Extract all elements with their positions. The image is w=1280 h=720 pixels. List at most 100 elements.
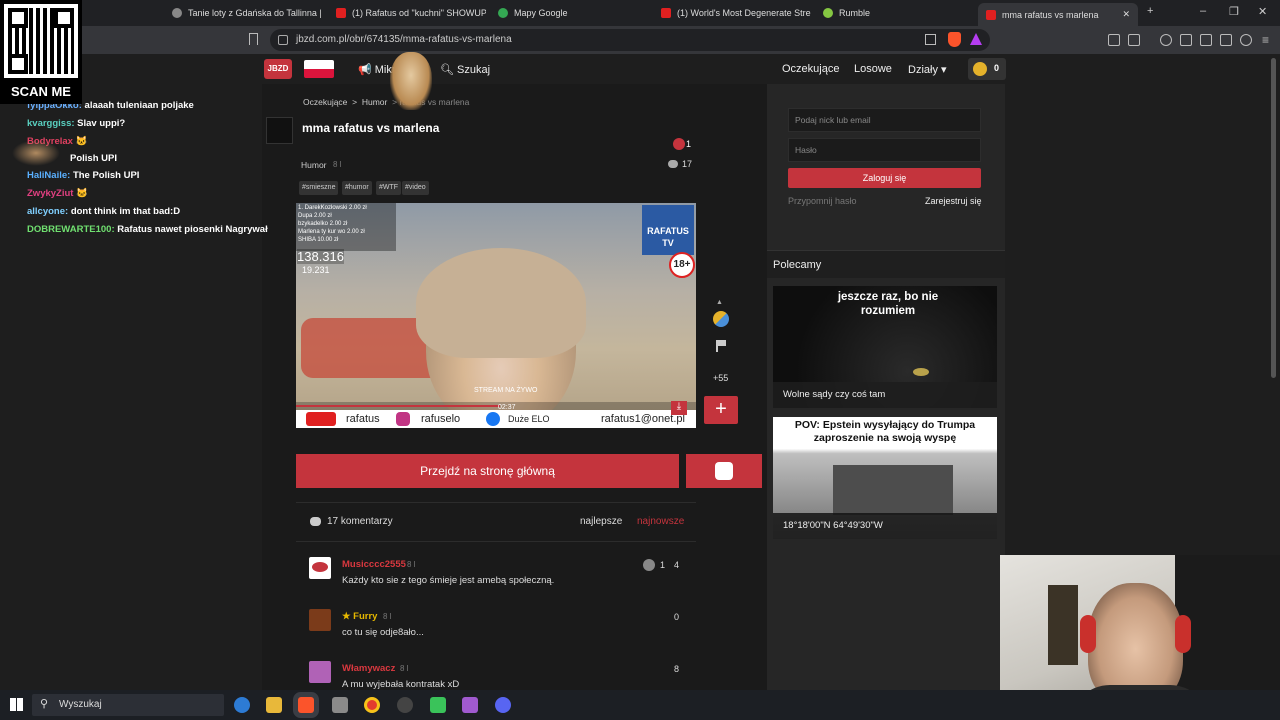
coins-widget[interactable]: 0 <box>968 58 1006 80</box>
flag-icon[interactable] <box>716 340 726 352</box>
remind-password-link[interactable]: Przypomnij hasło <box>788 196 857 206</box>
sort-newest[interactable]: najnowsze <box>637 516 684 527</box>
play-icon[interactable] <box>430 697 446 713</box>
recommended-card[interactable]: POV: Epstein wysyłający do Trumpa zapros… <box>773 417 997 539</box>
download-icon[interactable]: ⤓ <box>671 401 687 415</box>
breadcrumb-root[interactable]: Oczekujące <box>303 97 347 107</box>
tag[interactable]: #video <box>402 181 429 195</box>
author-avatar[interactable] <box>266 117 293 144</box>
register-link[interactable]: Zarejestruj się <box>925 196 982 206</box>
youtube-icon <box>661 8 671 18</box>
comment-author[interactable]: ★ Furry <box>342 611 377 622</box>
obs-icon[interactable] <box>397 697 413 713</box>
sort-best[interactable]: najlepsze <box>580 516 622 527</box>
wallet-icon[interactable] <box>1200 34 1212 46</box>
breadcrumb-category[interactable]: Humor <box>362 97 388 107</box>
youtube-icon <box>306 412 336 426</box>
video-player[interactable]: 1. DarekKozłowski 2.00 zł Dupa 2.00 zł b… <box>296 203 696 428</box>
viewer-count: 138.316 <box>297 249 344 264</box>
password-input[interactable]: Hasło <box>788 138 981 162</box>
megaphone-icon: 📢 <box>358 64 375 76</box>
brave-rewards-icon[interactable] <box>970 33 982 45</box>
taskbar: ⚲ Wyszukaj <box>0 690 1280 720</box>
facebook-icon <box>486 412 500 426</box>
video-progress[interactable] <box>296 402 696 410</box>
address-bar: jbzd.com.pl/obr/674135/mma-rafatus-vs-ma… <box>0 26 1280 54</box>
music-icon[interactable] <box>1160 34 1172 46</box>
avatar[interactable] <box>309 661 331 683</box>
login-button[interactable]: Zaloguj się <box>788 168 981 188</box>
brave-shield-icon[interactable] <box>948 32 961 47</box>
comment-author[interactable]: Musicccc2555 <box>342 559 406 570</box>
post-category[interactable]: Humor <box>301 160 327 170</box>
coin-icon[interactable] <box>713 311 729 327</box>
app-icon[interactable] <box>462 697 478 713</box>
screenshot-icon[interactable] <box>1128 34 1140 46</box>
headphone <box>1175 615 1191 653</box>
dice-icon <box>715 462 733 480</box>
upvote-button[interactable]: + <box>704 396 738 424</box>
avatar[interactable] <box>309 557 331 579</box>
avatar[interactable] <box>309 609 331 631</box>
comment-text: co tu się odje8ało... <box>342 627 424 638</box>
download-icon[interactable] <box>1220 34 1232 46</box>
edge-icon[interactable] <box>234 697 250 713</box>
site-settings-icon[interactable] <box>278 35 288 45</box>
windows-start-icon[interactable] <box>10 698 23 711</box>
search-icon: 🔍︎ <box>440 64 458 76</box>
jbzd-icon <box>986 9 996 20</box>
cat-eye <box>913 368 929 376</box>
brave-icon[interactable] <box>298 697 314 713</box>
nav-oczekujace[interactable]: Oczekujące <box>782 63 839 75</box>
page-scrollbar[interactable] <box>1271 58 1276 378</box>
vpn-icon[interactable] <box>1240 34 1252 46</box>
comments-count[interactable]: 17 <box>682 159 692 169</box>
breadcrumb: Oczekujące > Humor > rafatus vs marlena <box>303 97 470 107</box>
tag[interactable]: #smieszne <box>299 181 339 195</box>
chrome-icon[interactable] <box>364 697 380 713</box>
recommended-card[interactable]: jeszcze raz, bo nie rozumiem Wolne sądy … <box>773 286 997 408</box>
arrow-up-icon[interactable]: ▲ <box>716 299 723 306</box>
post-title[interactable]: mma rafatus vs marlena <box>302 121 439 135</box>
explorer-icon[interactable] <box>266 697 282 713</box>
medal-icon <box>643 559 655 571</box>
random-button[interactable] <box>686 454 762 488</box>
minimize-icon[interactable]: – <box>1200 5 1206 17</box>
go-home-button[interactable]: Przejdź na stronę główną <box>296 454 679 488</box>
browser-tab[interactable]: (1) World's Most Degenerate Stream <box>661 3 811 23</box>
maximize-icon[interactable]: ❐ <box>1229 5 1239 18</box>
chat-message: DOBREWARTE100: Rafatus nawet piosenki Na… <box>27 224 268 235</box>
chat-message: Polish UPI <box>70 153 117 164</box>
share-icon[interactable] <box>925 34 936 45</box>
bookmark-icon[interactable] <box>249 33 258 45</box>
nav-search[interactable]: 🔍︎ Szukaj <box>440 63 490 76</box>
browser-tab-active[interactable]: mma rafatus vs marlena ✕ <box>978 3 1138 26</box>
nav-dzialy[interactable]: Działy ▾ <box>908 63 947 76</box>
login-input[interactable]: Podaj nick lub email <box>788 108 981 132</box>
comment-author[interactable]: Włamywacz <box>342 663 395 674</box>
discord-icon[interactable] <box>495 697 511 713</box>
browser-tab[interactable]: Mapy Google <box>498 3 648 23</box>
nav-losowe[interactable]: Losowe <box>854 63 892 75</box>
instagram-icon <box>396 412 410 426</box>
browser-tab[interactable]: Rumble <box>823 3 973 23</box>
jbzd-logo[interactable]: JBZD <box>264 59 292 79</box>
tag[interactable]: #humor <box>342 181 372 195</box>
browser-tab[interactable]: (1) Rafatus od "kuchni" SHOWUP [H <box>336 3 486 23</box>
sidebar-icon[interactable] <box>1180 34 1192 46</box>
comment-item: ★ Furry 8 l co tu się odje8ało... 0 <box>305 609 685 647</box>
browser-tab[interactable]: Tanie loty z Gdańska do Tallinna | Wi <box>172 3 322 23</box>
comment-score: 4 <box>673 560 679 570</box>
taskbar-search[interactable]: ⚲ Wyszukaj <box>32 694 224 716</box>
url-field[interactable]: jbzd.com.pl/obr/674135/mma-rafatus-vs-ma… <box>270 29 990 51</box>
video-progress-fill <box>296 405 500 407</box>
photo-building <box>833 465 953 515</box>
extensions-icon[interactable] <box>1108 34 1120 46</box>
tag[interactable]: #WTF <box>376 181 402 195</box>
window-close-icon[interactable]: ✕ <box>1258 5 1267 18</box>
new-tab-icon[interactable]: + <box>1147 5 1153 17</box>
menu-icon[interactable]: ≡ <box>1262 33 1269 47</box>
close-icon[interactable]: ✕ <box>1122 9 1130 20</box>
headphone <box>1080 615 1096 653</box>
app-icon[interactable] <box>332 697 348 713</box>
